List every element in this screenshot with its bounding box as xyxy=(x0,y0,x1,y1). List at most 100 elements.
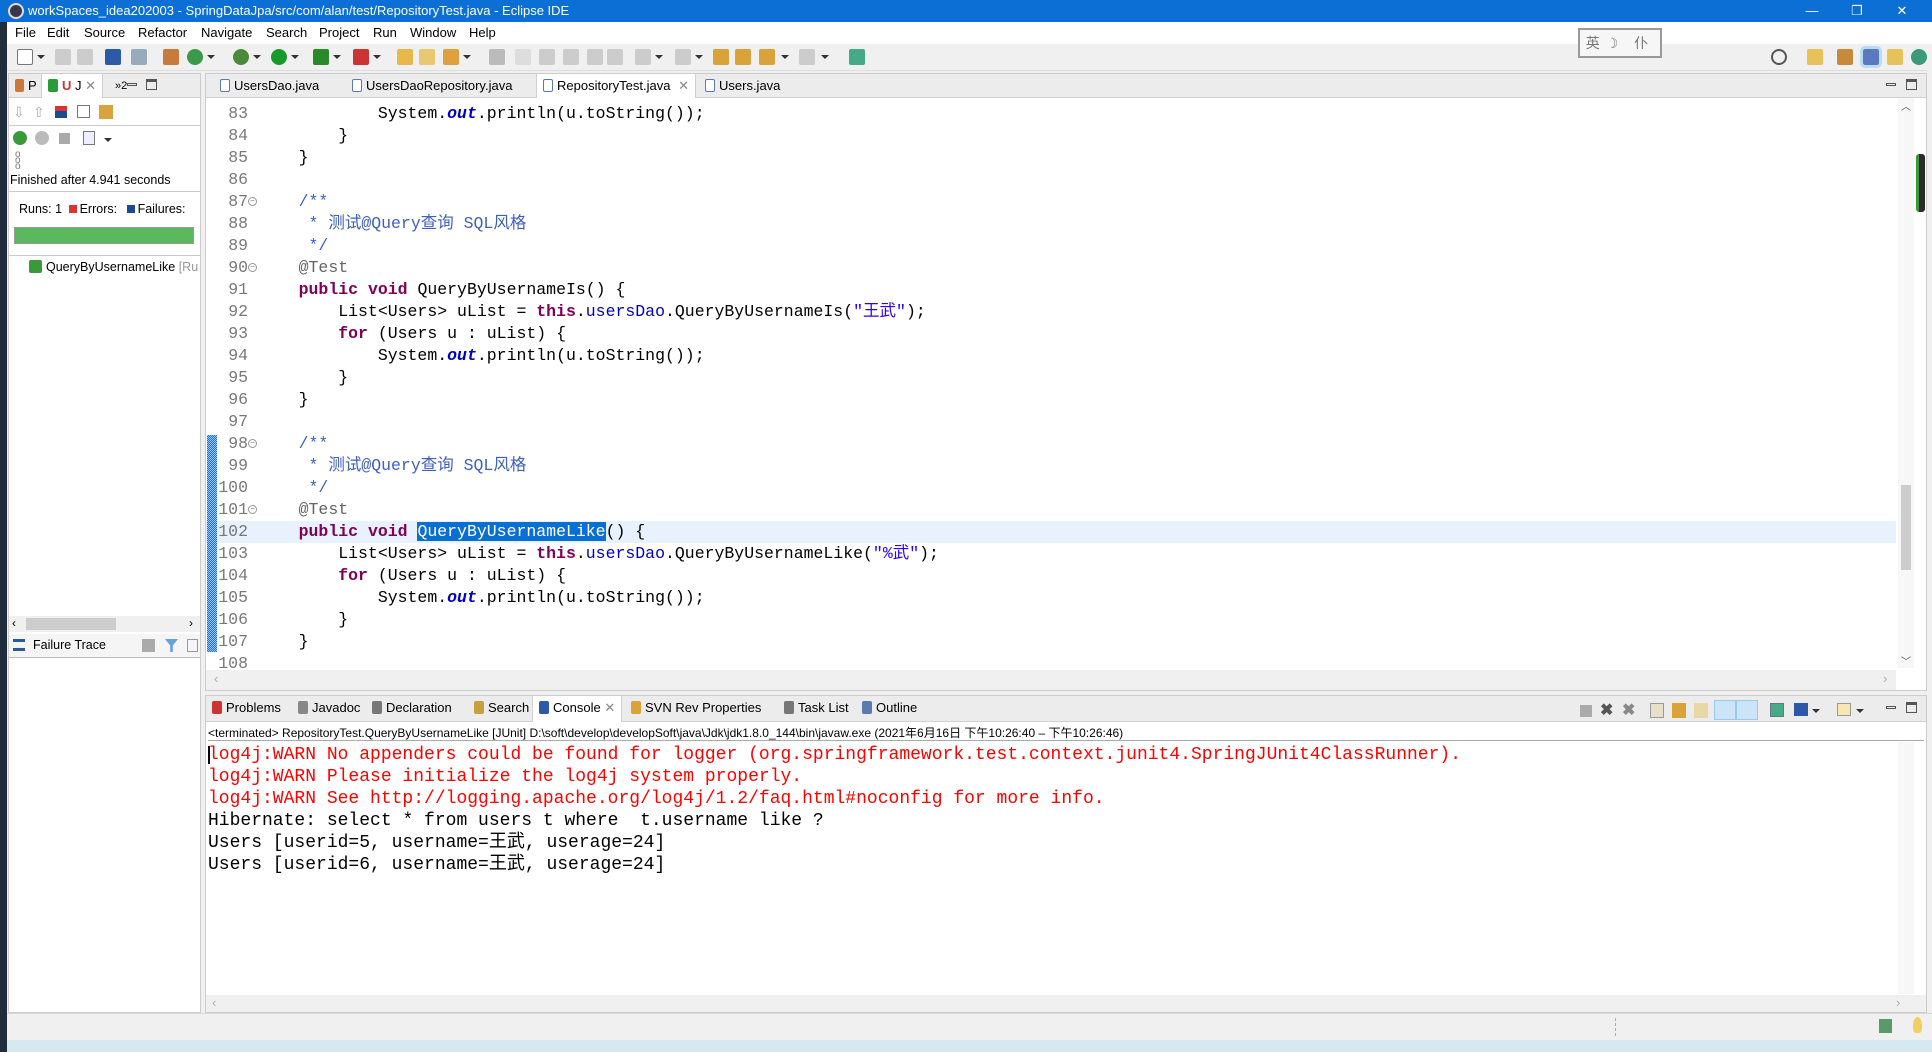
console-output[interactable]: log4j:WARN No appenders could be found f… xyxy=(206,742,1896,994)
chevron-down-icon[interactable] xyxy=(781,55,789,59)
show-on-stdout-icon[interactable] xyxy=(1714,700,1736,720)
menu-edit[interactable]: Edit xyxy=(47,25,69,40)
editor-tab[interactable]: RepositoryTest.java ✕ xyxy=(536,74,696,98)
back-icon[interactable] xyxy=(735,49,751,65)
show-on-stderr-icon[interactable] xyxy=(1736,700,1758,720)
editor-tab[interactable]: UsersDaoRepository.java xyxy=(346,74,518,98)
bottom-tab[interactable]: Declaration xyxy=(366,696,458,722)
minimize-icon[interactable] xyxy=(1886,83,1896,86)
toggle-mark-icon[interactable] xyxy=(489,49,505,65)
show-skipped-icon[interactable] xyxy=(77,105,90,118)
code-line[interactable]: 85 } xyxy=(206,147,1896,169)
block-selection-icon[interactable] xyxy=(563,49,579,65)
code-line[interactable]: 90− @Test xyxy=(206,257,1896,279)
open-console-icon[interactable] xyxy=(1837,703,1851,716)
bottom-tab[interactable]: Outline xyxy=(856,696,923,722)
scroll-down-icon[interactable]: ﹀ xyxy=(1901,653,1911,668)
close-icon[interactable]: ✕ xyxy=(678,78,689,93)
pilcrow-icon[interactable] xyxy=(607,49,623,65)
forward-icon[interactable] xyxy=(799,49,815,65)
close-button[interactable]: ✕ xyxy=(1882,0,1922,22)
scroll-left-icon[interactable]: ‹ xyxy=(214,671,218,686)
scrollbar-thumb[interactable] xyxy=(1901,485,1911,570)
chevron-down-icon[interactable] xyxy=(1812,709,1820,713)
code-line[interactable]: 95 } xyxy=(206,367,1896,389)
code-line[interactable]: 83 System.out.println(u.toString()); xyxy=(206,103,1896,125)
search-tool-icon[interactable] xyxy=(443,49,459,65)
close-icon[interactable]: ✕ xyxy=(604,700,615,715)
code-line[interactable]: 97 xyxy=(206,411,1896,433)
code-line[interactable]: 102 public void QueryByUsernameLike() { xyxy=(206,521,1896,543)
tab-package-explorer[interactable]: P xyxy=(9,74,43,98)
clear-console-icon[interactable] xyxy=(1650,703,1664,718)
scroll-left-icon[interactable]: ‹ xyxy=(212,995,216,1010)
code-line[interactable]: 86 xyxy=(206,169,1896,191)
scroll-right-icon[interactable]: › xyxy=(189,616,193,630)
menu-navigate[interactable]: Navigate xyxy=(201,25,252,40)
menu-refactor[interactable]: Refactor xyxy=(138,25,187,40)
prev-annotation-icon[interactable] xyxy=(675,49,691,65)
java-ee-perspective-icon[interactable] xyxy=(1837,49,1853,65)
code-line[interactable]: 96 } xyxy=(206,389,1896,411)
save-all-icon[interactable] xyxy=(77,49,93,65)
external-tools-icon[interactable] xyxy=(353,49,369,65)
horizontal-scrollbar[interactable]: ‹ › xyxy=(9,616,200,632)
restore-button[interactable]: ❐ xyxy=(1837,0,1877,22)
remove-launch-icon[interactable]: ✖ xyxy=(1600,700,1613,720)
chevron-down-icon[interactable] xyxy=(104,138,112,142)
run-icon[interactable] xyxy=(271,49,287,65)
bottom-tab[interactable]: Search xyxy=(468,696,535,722)
new-package-icon[interactable] xyxy=(163,49,179,65)
code-line[interactable]: 92 List<Users> uList = this.usersDao.Que… xyxy=(206,301,1896,323)
compare-icon[interactable] xyxy=(142,639,155,652)
remove-all-launches-icon[interactable]: ✖ xyxy=(1622,700,1635,720)
coverage-icon[interactable] xyxy=(313,49,329,65)
scrollbar-thumb[interactable] xyxy=(26,618,116,630)
stop-icon[interactable] xyxy=(59,133,70,144)
back-arrow-icon[interactable] xyxy=(759,49,775,65)
code-line[interactable]: 106 } xyxy=(206,609,1896,631)
next-annotation-icon[interactable] xyxy=(635,49,651,65)
fold-collapse-icon[interactable]: − xyxy=(248,505,257,514)
test-history-icon[interactable] xyxy=(83,131,95,145)
code-line[interactable]: 107 } xyxy=(206,631,1896,653)
chevron-down-icon[interactable] xyxy=(373,55,381,59)
scroll-lock-icon[interactable] xyxy=(1672,703,1686,718)
svn-perspective-icon[interactable] xyxy=(1887,49,1903,65)
code-line[interactable]: 94 System.out.println(u.toString()); xyxy=(206,345,1896,367)
annotation-icon[interactable] xyxy=(515,49,531,65)
last-edit-icon[interactable] xyxy=(713,49,729,65)
filter-icon[interactable] xyxy=(165,639,178,652)
code-line[interactable]: 93 for (Users u : uList) { xyxy=(206,323,1896,345)
show-failures-only-icon[interactable] xyxy=(55,106,67,118)
scroll-left-icon[interactable]: ‹ xyxy=(12,616,16,630)
horizontal-scrollbar[interactable]: ‹ › xyxy=(206,995,1926,1012)
java-perspective-icon[interactable] xyxy=(1860,46,1882,68)
chevron-down-icon[interactable] xyxy=(1856,709,1864,713)
debug-icon[interactable] xyxy=(233,49,249,65)
bottom-tab[interactable]: SVN Rev Properties xyxy=(625,696,767,722)
pin-editor-icon[interactable] xyxy=(849,49,865,65)
code-line[interactable]: 87− /** xyxy=(206,191,1896,213)
chevron-down-icon[interactable] xyxy=(695,55,703,59)
open-task-icon[interactable] xyxy=(419,49,435,65)
open-type-icon[interactable] xyxy=(397,49,413,65)
chevron-down-icon[interactable] xyxy=(655,55,663,59)
chevron-down-icon[interactable] xyxy=(207,55,215,59)
new-icon[interactable] xyxy=(17,49,33,65)
chevron-down-icon[interactable] xyxy=(821,55,829,59)
code-editor[interactable]: 83 System.out.println(u.toString()); 84 }… xyxy=(206,98,1896,668)
editor-tab[interactable]: Users.java xyxy=(699,74,786,98)
skip-breakpoints-icon[interactable] xyxy=(131,49,147,65)
test-tree-item[interactable]: QueryByUsernameLike [Ru xyxy=(29,260,199,274)
code-line[interactable]: 89 */ xyxy=(206,235,1896,257)
chevron-down-icon[interactable] xyxy=(463,55,471,59)
chevron-down-icon[interactable] xyxy=(291,55,299,59)
menu-project[interactable]: Project xyxy=(319,25,359,40)
rerun-failed-icon[interactable] xyxy=(35,131,49,145)
bottom-tab[interactable]: Javadoc xyxy=(292,696,366,722)
new-class-icon[interactable] xyxy=(187,49,203,65)
chevron-down-icon[interactable] xyxy=(37,55,45,59)
rerun-test-icon[interactable] xyxy=(13,131,27,145)
minimize-icon[interactable] xyxy=(1886,706,1896,709)
